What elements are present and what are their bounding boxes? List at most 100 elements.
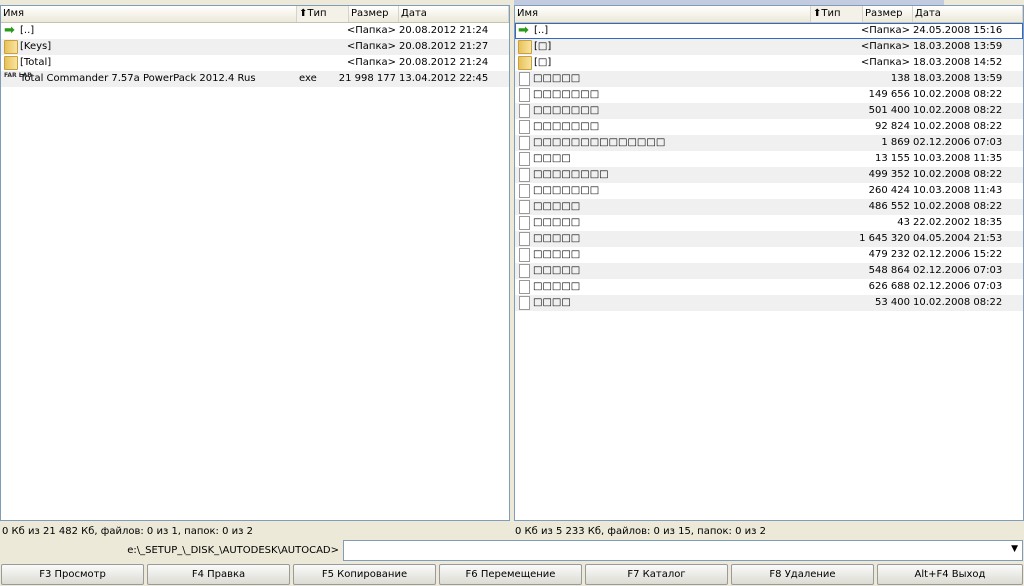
file-row[interactable]: FAR LAB Total Commander 7.57a PowerPack 2… — [1, 71, 509, 87]
file-name: □□□□□ — [515, 215, 811, 231]
file-icon — [519, 72, 530, 86]
col-name[interactable]: Имя — [1, 6, 297, 22]
f3-view-button[interactable]: F3 Просмотр — [1, 564, 144, 585]
col-size[interactable]: Размер — [863, 6, 913, 22]
file-size: 53 400 — [875, 297, 910, 308]
file-row[interactable]: □□□□□ 138 18.03.2008 13:59 — [515, 71, 1023, 87]
file-date: 02.12.2006 15:22 — [913, 249, 1003, 260]
file-row[interactable]: □□□□□□□□ 499 352 10.02.2008 08:22 — [515, 167, 1023, 183]
file-name-text: □□□□□□□ — [533, 185, 600, 196]
file-size: 479 232 — [868, 249, 910, 260]
file-name: [□] — [515, 39, 811, 55]
file-size: 1 869 — [881, 137, 910, 148]
file-row[interactable]: [Total] <Папка> 20.08.2012 21:24 — [1, 55, 509, 71]
alt-f4-exit-button[interactable]: Alt+F4 Выход — [877, 564, 1023, 585]
file-name-text: [□] — [534, 41, 552, 52]
f6-move-button[interactable]: F6 Перемещение — [439, 564, 582, 585]
file-date: 10.02.2008 08:22 — [913, 105, 1003, 116]
file-row[interactable]: ➡ [..] <Папка> 20.08.2012 21:24 — [1, 23, 509, 39]
file-date: 18.03.2008 13:59 — [913, 41, 1003, 52]
file-name: [Total] — [1, 55, 297, 71]
file-name: [□] — [515, 55, 811, 71]
file-name: ➡ [..] — [515, 23, 811, 39]
file-row[interactable]: [Keys] <Папка> 20.08.2012 21:27 — [1, 39, 509, 55]
f8-delete-button[interactable]: F8 Удаление — [731, 564, 874, 585]
column-header: Имя ⬆Тип Размер Дата — [1, 6, 509, 23]
file-name: □□□□□□□ — [515, 87, 811, 103]
file-row[interactable]: □□□□□ 486 552 10.02.2008 08:22 — [515, 199, 1023, 215]
right-file-panel[interactable]: Имя ⬆Тип Размер Дата ➡ [..] <Папка> 24.05.2… — [514, 5, 1024, 521]
col-type-label: Тип — [821, 8, 841, 19]
col-name[interactable]: Имя — [515, 6, 811, 22]
file-size: 501 400 — [868, 105, 910, 116]
file-size: <Папка> — [860, 41, 910, 52]
file-date: 18.03.2008 13:59 — [913, 73, 1003, 84]
file-size: <Папка> — [346, 41, 396, 52]
folder-icon — [518, 40, 532, 54]
file-list: ➡ [..] <Папка> 20.08.2012 21:24 [Keys] <Папка… — [1, 23, 509, 87]
file-size: 138 — [890, 73, 910, 84]
up-arrow-icon: ➡ — [4, 23, 15, 38]
file-size: 13 155 — [875, 153, 910, 164]
file-row[interactable]: □□□□□□□ 149 656 10.02.2008 08:22 — [515, 87, 1023, 103]
col-date[interactable]: Дата — [913, 6, 1023, 22]
file-row[interactable]: [□] <Папка> 18.03.2008 14:52 — [515, 55, 1023, 71]
file-icon — [519, 200, 530, 214]
f5-copy-button[interactable]: F5 Копирование — [293, 564, 436, 585]
file-size: 626 688 — [868, 281, 910, 292]
file-size: 1 645 320 — [859, 233, 910, 244]
file-row[interactable]: □□□□□□□□□□□□□□ 1 869 02.12.2006 07:03 — [515, 135, 1023, 151]
file-row[interactable]: □□□□□□□ 260 424 10.03.2008 11:43 — [515, 183, 1023, 199]
file-ext — [811, 23, 849, 39]
file-icon — [519, 264, 530, 278]
dropdown-arrow-icon[interactable]: ▼ — [1011, 544, 1018, 554]
file-name-text: □□□□□□□ — [533, 89, 600, 100]
file-row[interactable]: □□□□□□□ 501 400 10.02.2008 08:22 — [515, 103, 1023, 119]
file-date: 10.03.2008 11:35 — [913, 153, 1003, 164]
left-file-panel[interactable]: Имя ⬆Тип Размер Дата ➡ [..] <Папка> 20.08.2… — [0, 5, 510, 521]
file-name-text: □□□□□ — [533, 265, 581, 276]
file-name-text: □□□□□□□ — [533, 105, 600, 116]
file-name: □□□□□ — [515, 279, 811, 295]
file-icon — [519, 104, 530, 118]
file-row[interactable]: □□□□ 53 400 10.02.2008 08:22 — [515, 295, 1023, 311]
file-size: 21 998 177 — [338, 73, 396, 84]
f7-mkdir-button[interactable]: F7 Каталог — [585, 564, 728, 585]
file-icon — [519, 168, 530, 182]
file-row[interactable]: □□□□□ 548 864 02.12.2006 07:03 — [515, 263, 1023, 279]
command-path: e:\_SETUP_\_DISK_\AUTODESK\AUTOCAD> — [127, 545, 339, 556]
file-icon — [519, 216, 530, 230]
file-row[interactable]: □□□□□□□ 92 824 10.02.2008 08:22 — [515, 119, 1023, 135]
file-date: 20.08.2012 21:24 — [399, 57, 489, 68]
file-date: 22.02.2002 18:35 — [913, 217, 1003, 228]
file-row[interactable]: □□□□□ 626 688 02.12.2006 07:03 — [515, 279, 1023, 295]
file-size: <Папка> — [860, 57, 910, 68]
col-size[interactable]: Размер — [349, 6, 399, 22]
file-row[interactable]: [□] <Папка> 18.03.2008 13:59 — [515, 39, 1023, 55]
left-status: 0 Кб из 21 482 Кб, файлов: 0 из 1, папок… — [2, 526, 253, 537]
file-name-text: □□□□□ — [533, 201, 581, 212]
file-row[interactable]: □□□□□ 479 232 02.12.2006 15:22 — [515, 247, 1023, 263]
file-size: 149 656 — [868, 89, 910, 100]
file-ext — [811, 55, 849, 71]
file-row[interactable]: □□□□□ 43 22.02.2002 18:35 — [515, 215, 1023, 231]
file-ext — [811, 215, 849, 231]
file-icon — [519, 136, 530, 150]
file-row[interactable]: □□□□□ 1 645 320 04.05.2004 21:53 — [515, 231, 1023, 247]
file-row[interactable]: □□□□ 13 155 10.03.2008 11:35 — [515, 151, 1023, 167]
file-row[interactable]: ➡ [..] <Папка> 24.05.2008 15:16 — [515, 23, 1023, 39]
file-date: 04.05.2004 21:53 — [913, 233, 1003, 244]
col-date[interactable]: Дата — [399, 6, 509, 22]
command-input[interactable]: ▼ — [343, 540, 1023, 561]
col-type[interactable]: ⬆Тип — [811, 6, 863, 22]
file-name: FAR LAB Total Commander 7.57a PowerPack 2… — [1, 71, 297, 87]
f4-edit-button[interactable]: F4 Правка — [147, 564, 290, 585]
col-type[interactable]: ⬆Тип — [297, 6, 349, 22]
file-size: 548 864 — [868, 265, 910, 276]
file-name-text: [Total] — [20, 57, 52, 68]
file-icon — [519, 280, 530, 294]
file-icon — [519, 184, 530, 198]
file-name: □□□□ — [515, 151, 811, 167]
file-size: 92 824 — [875, 121, 910, 132]
file-name: □□□□□□□ — [515, 119, 811, 135]
